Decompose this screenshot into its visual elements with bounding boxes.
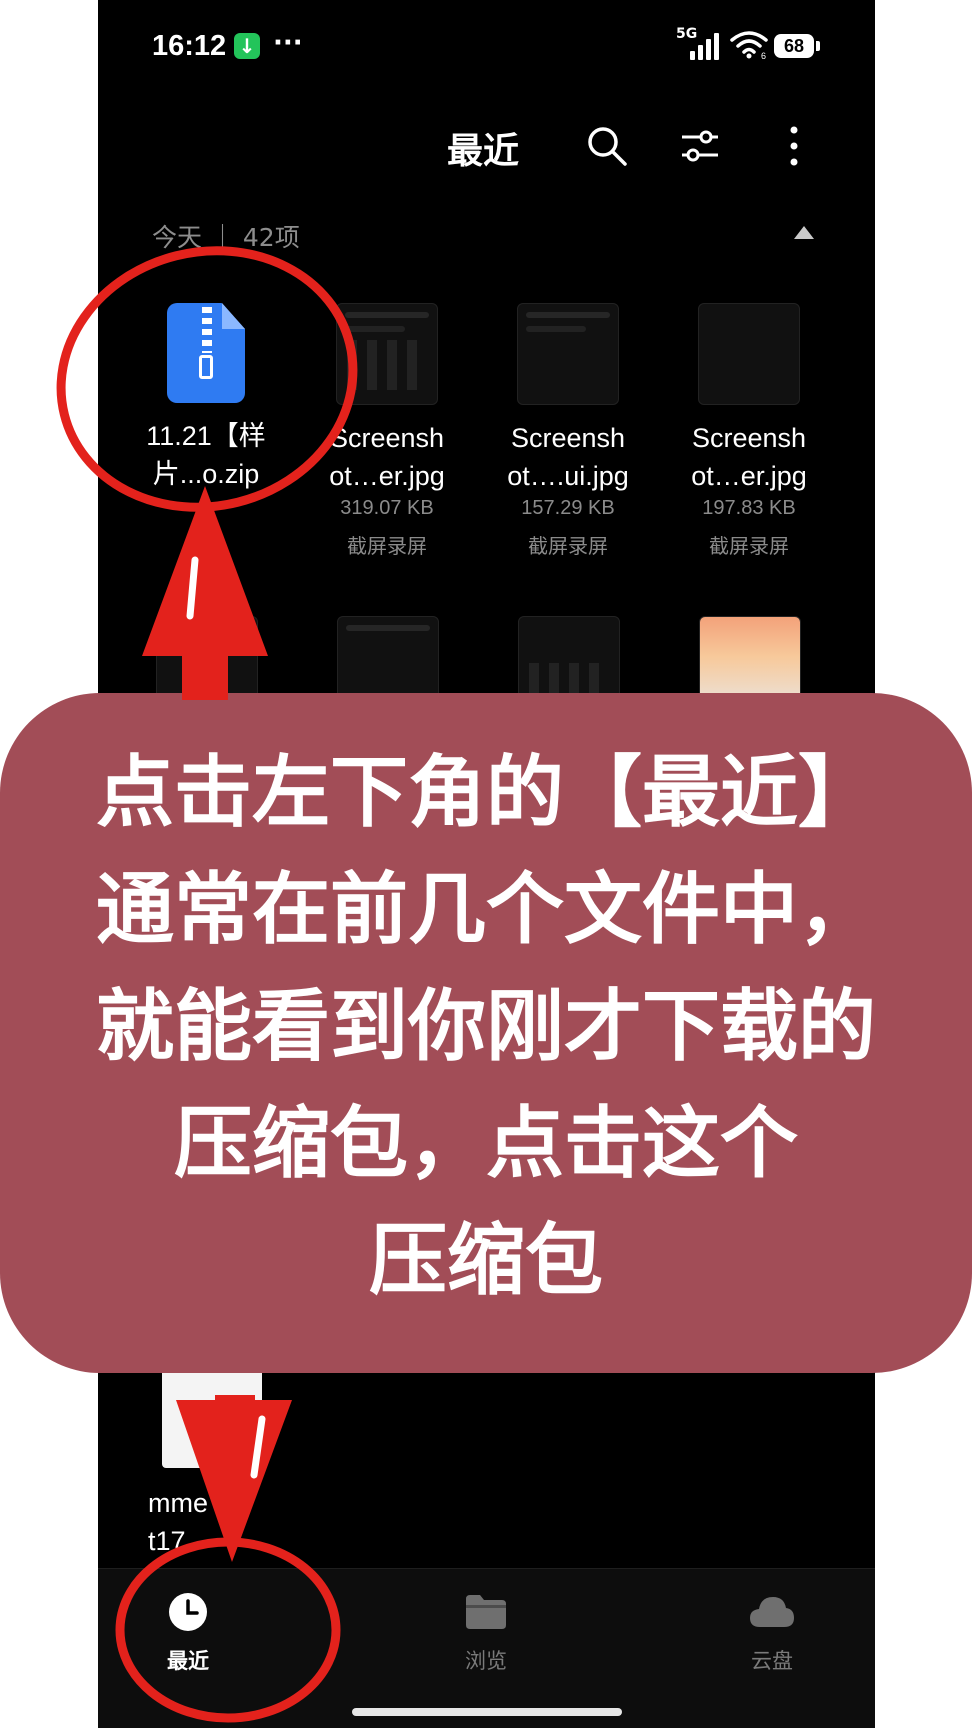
wifi-icon: 6 <box>730 31 768 60</box>
instruction-line: 压缩包 <box>368 1216 603 1306</box>
search-button[interactable] <box>579 118 635 174</box>
home-indicator[interactable] <box>352 1708 622 1716</box>
clock-icon <box>169 1593 207 1631</box>
collapse-icon[interactable] <box>794 226 814 239</box>
file-name: Screensh ot…er.jpg <box>329 423 445 491</box>
wifi-sub: 6 <box>761 51 766 60</box>
download-notification-icon: ↓ <box>234 33 260 59</box>
nav-browse[interactable]: 浏览 <box>416 1591 556 1675</box>
screenshot-thumbnail <box>698 303 800 405</box>
nav-label: 最近 <box>167 1649 209 1673</box>
file-size: 157.29 KB <box>521 497 615 519</box>
file-name: mme or t17 <box>148 1488 240 1556</box>
file-tile[interactable]: Screensh ot….ui.jpg 157.29 KB 截屏录屏 <box>478 303 658 559</box>
screenshot-thumbnail <box>336 303 438 405</box>
more-button[interactable] <box>766 118 822 174</box>
file-source: 截屏录屏 <box>528 534 608 558</box>
file-source: 截屏录屏 <box>709 534 789 558</box>
page-title: 最近 <box>447 131 520 172</box>
more-vertical-icon <box>790 126 798 166</box>
zip-file-icon <box>167 303 245 403</box>
instruction-line: 通常在前几个文件中， <box>95 865 876 955</box>
screenshot-thumbnail[interactable] <box>162 1368 262 1468</box>
status-time: 16:12 <box>152 30 227 62</box>
instruction-text: 点击左下角的【最近】 通常在前几个文件中， 就能看到你刚才下载的 压缩包，点击这… <box>0 735 972 1320</box>
file-size: 319.07 KB <box>340 497 434 519</box>
file-size: 197.83 KB <box>702 497 796 519</box>
nav-label: 浏览 <box>465 1649 507 1673</box>
file-tile[interactable]: Screensh ot…er.jpg 197.83 KB 截屏录屏 <box>659 303 839 559</box>
nav-cloud[interactable]: 云盘 <box>702 1591 842 1675</box>
battery-tip <box>816 41 820 51</box>
screenshot-thumbnail <box>517 303 619 405</box>
file-name: Screensh ot….ui.jpg <box>507 423 629 491</box>
section-header: 今天 ｜ 42项 <box>152 223 300 252</box>
signal-icon <box>690 32 724 60</box>
cloud-icon <box>750 1597 794 1627</box>
instruction-line: 就能看到你刚才下载的 <box>95 982 876 1072</box>
nav-label: 云盘 <box>751 1649 793 1673</box>
filter-button[interactable] <box>672 118 728 174</box>
file-tile-zip[interactable]: 11.21【样 片...o.zip <box>116 303 296 493</box>
bottom-navigation: 最近 浏览 云盘 <box>98 1568 875 1728</box>
more-notifications-icon: ··· <box>273 28 303 58</box>
file-source: 截屏录屏 <box>347 534 427 558</box>
nav-recent[interactable]: 最近 <box>118 1591 258 1675</box>
search-icon <box>588 127 627 166</box>
file-tile[interactable]: Screensh ot…er.jpg 319.07 KB 截屏录屏 <box>297 303 477 559</box>
instruction-line: 点击左下角的【最近】 <box>95 748 876 838</box>
file-name: Screensh ot…er.jpg <box>691 423 807 491</box>
instruction-line: 压缩包，点击这个 <box>173 1099 798 1189</box>
folder-icon <box>466 1595 506 1629</box>
file-name: 11.21【样 片...o.zip <box>146 421 266 489</box>
sliders-icon <box>682 130 718 162</box>
battery-level: 68 <box>774 34 814 58</box>
